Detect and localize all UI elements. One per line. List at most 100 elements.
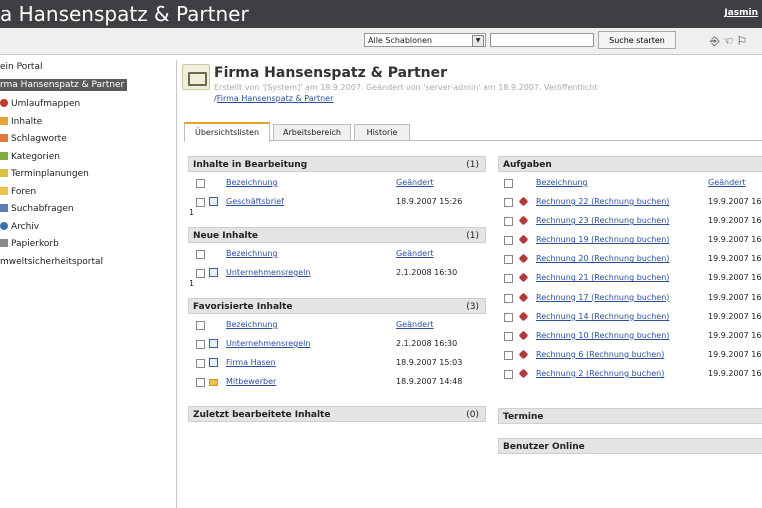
column-name-header[interactable]: Bezeichnung [226,247,278,261]
select-all-checkbox[interactable] [504,179,513,188]
table-row: Geschäftsbrief 18.9.2007 15:26 [188,195,486,209]
main-content: Firma Hansenspatz & Partner Erstellt von… [180,60,762,508]
task-link[interactable]: Rechnung 17 (Rechnung buchen) [536,291,669,305]
row-checkbox[interactable] [196,359,205,368]
item-link[interactable]: Unternehmensregeln [226,337,310,351]
breadcrumb: /Firma Hansenspatz & Partner [214,94,333,103]
item-link[interactable]: Geschäftsbrief [226,195,284,209]
row-checkbox[interactable] [196,269,205,278]
search-button[interactable]: Suche starten [598,31,676,49]
document-icon [209,197,218,206]
task-checkbox[interactable] [504,369,513,379]
task-checkbox[interactable] [504,236,513,246]
sidebar-item-label: Schlagworte [11,134,67,144]
sidebar-item[interactable]: Umlaufmappen [0,96,103,114]
task-icon [518,292,529,302]
door-icon[interactable]: ⎆ [710,34,723,48]
column-changed-header[interactable]: Geändert [396,247,434,261]
sidebar-item-label: Inhalte [11,116,43,127]
sidebar-item[interactable]: Schlagworte [0,131,103,149]
sidebar: ein Portal rma Hansenspatz & Partner Uml… [0,60,177,508]
task-link[interactable]: Rechnung 2 (Rechnung buchen) [536,367,664,381]
panel-count: (0) [466,410,479,420]
column-name-header[interactable]: Bezeichnung [536,176,588,190]
panel-count: (3) [466,302,479,312]
search-input[interactable] [490,33,594,47]
task-date: 19.9.2007 16 [708,235,762,245]
select-all-checkbox[interactable] [196,250,205,259]
task-link[interactable]: Rechnung 23 (Rechnung buchen) [536,214,669,228]
task-link[interactable]: Rechnung 14 (Rechnung buchen) [536,310,669,324]
task-checkbox[interactable] [504,255,513,265]
task-row: Rechnung 6 (Rechnung buchen) 19.9.2007 16 [498,348,762,362]
task-row: Rechnung 14 (Rechnung buchen) 19.9.2007 1… [498,310,762,324]
task-link[interactable]: Rechnung 20 (Rechnung buchen) [536,252,669,266]
table-row: Unternehmensregeln 2.1.2008 16:30 [188,266,486,280]
task-checkbox[interactable] [504,293,513,303]
row-checkbox[interactable] [196,198,205,207]
column-changed-header[interactable]: Geändert [396,318,434,332]
task-row: Rechnung 20 (Rechnung buchen) 19.9.2007 1… [498,252,762,266]
sidebar-item[interactable]: Inhalte [0,114,103,132]
task-checkbox[interactable] [504,274,513,284]
folder-icon [209,379,218,386]
task-link[interactable]: Rechnung 22 (Rechnung buchen) [536,195,669,209]
document-icon [209,358,218,367]
tab-overview[interactable]: Übersichtslisten [184,122,270,142]
sidebar-item[interactable]: Terminplanungen [0,166,103,184]
column-name-header[interactable]: Bezeichnung [226,318,278,332]
panel-title: Aufgaben [503,160,552,170]
item-link[interactable]: Mitbewerber [226,375,276,389]
panel-title: Neue Inhalte [193,231,259,241]
row-checkbox[interactable] [196,378,205,387]
column-header-row: Bezeichnung Geändert [498,176,762,190]
search-icon [0,204,8,212]
sidebar-item-label: Terminplanungen [11,169,89,179]
chevron-down-icon[interactable]: ▼ [472,35,484,47]
task-link[interactable]: Rechnung 19 (Rechnung buchen) [536,233,669,247]
table-row: Unternehmensregeln 2.1.2008 16:30 [188,337,486,351]
item-link[interactable]: Firma Hasen [226,356,276,370]
hand-icon[interactable]: ☜ [723,34,737,48]
task-checkbox[interactable] [504,217,513,227]
sidebar-item[interactable]: Archiv [0,219,103,237]
task-row: Rechnung 19 (Rechnung buchen) 19.9.2007 1… [498,233,762,247]
breadcrumb-link[interactable]: Firma Hansenspatz & Partner [217,94,334,103]
sidebar-item[interactable]: mweltsicherheitsportal [0,254,103,272]
panel-header: Termine [498,408,762,424]
task-checkbox[interactable] [504,312,513,322]
user-link[interactable]: Jasmin [724,8,758,18]
item-link[interactable]: Unternehmensregeln [226,266,310,280]
template-select[interactable]: Alle Schablonen ▼ [364,33,486,47]
tab-bar: Übersichtslisten Arbeitsbereich Historie [184,122,762,142]
sidebar-root[interactable]: ein Portal [0,62,42,72]
task-checkbox[interactable] [504,198,513,207]
select-all-checkbox[interactable] [196,321,205,330]
task-link[interactable]: Rechnung 21 (Rechnung buchen) [536,271,669,285]
sidebar-item-label: Umlaufmappen [11,99,81,109]
task-icon [518,349,529,360]
sidebar-item[interactable]: Kategorien [0,149,103,167]
sidebar-item-selected[interactable]: rma Hansenspatz & Partner [0,79,128,91]
sidebar-item-label: Archiv [11,221,40,232]
task-link[interactable]: Rechnung 10 (Rechnung buchen) [536,329,669,343]
row-checkbox[interactable] [196,340,205,349]
item-date: 18.9.2007 15:26 [396,197,463,206]
column-changed-header[interactable]: Geändert [396,176,434,190]
sidebar-item[interactable]: Papierkorb [0,236,103,254]
flag-icon[interactable]: ⚐ [736,34,750,48]
task-icon [518,196,529,207]
column-name-header[interactable]: Bezeichnung [226,176,278,190]
toolbar-icons: ⎆☜⚐ [710,34,750,49]
task-row: Rechnung 17 (Rechnung buchen) 19.9.2007 1… [498,291,762,305]
sidebar-item[interactable]: Foren [0,184,103,202]
task-link[interactable]: Rechnung 6 (Rechnung buchen) [536,348,664,362]
tab-workspace[interactable]: Arbeitsbereich [273,124,351,140]
task-checkbox[interactable] [504,350,513,360]
task-checkbox[interactable] [504,331,513,341]
task-date: 19.9.2007 16 [708,368,762,378]
select-all-checkbox[interactable] [196,179,205,188]
sidebar-item[interactable]: Suchabfragen [0,201,103,219]
column-changed-header[interactable]: Geändert [708,176,746,190]
tab-history[interactable]: Historie [354,124,410,140]
